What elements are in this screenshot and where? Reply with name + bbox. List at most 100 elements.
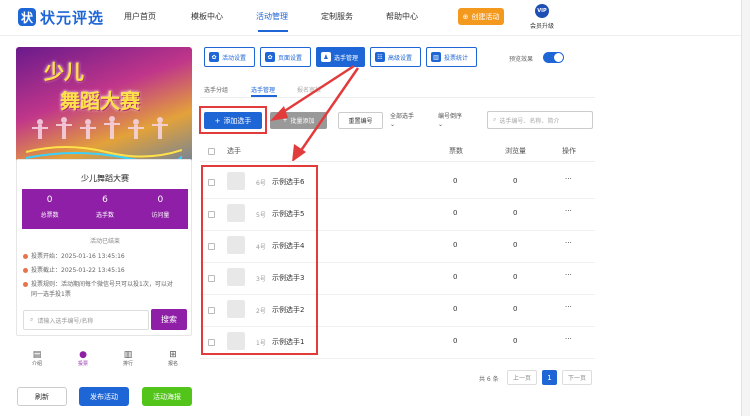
tool-label: 活动设置 — [222, 54, 247, 62]
tool-label: 高级设置 — [388, 54, 413, 62]
sort-order-select[interactable]: 编号倒序 ⌄ — [438, 113, 462, 129]
view-count: 0 — [513, 177, 518, 185]
chevron-down-icon: ⌄ — [390, 121, 396, 128]
vote-end-text: 投票截止：2025-01-22 13:45:16 — [31, 267, 125, 274]
preview-toggle-switch[interactable] — [543, 52, 564, 63]
vote-rule-line-2: 同一选手投1票 — [31, 291, 71, 298]
stats-panel: 0 总票数 6 选手数 0 访问量 — [22, 189, 188, 229]
preview-tab-intro[interactable]: ▤ 介绍 — [27, 350, 47, 367]
vote-rule-text: 投票规则：活动期间每个微信号只可以投1次，可以对 — [31, 281, 173, 288]
vote-start-text: 投票开始：2025-01-16 13:45:16 — [31, 253, 125, 260]
column-views: 浏览量 — [505, 147, 526, 155]
publish-activity-button[interactable]: 发布活动 — [79, 387, 129, 406]
vote-start-line: 投票开始：2025-01-16 13:45:16 — [23, 252, 125, 262]
sort-order-value: 编号倒序 — [438, 113, 463, 120]
stat-label: 访问量 — [151, 212, 170, 219]
vote-count: 0 — [453, 241, 458, 249]
nav-home[interactable]: 用户首页 — [124, 11, 156, 22]
brand-name: 状元评选 — [40, 8, 105, 27]
subtab-groups[interactable]: 选手分组 — [204, 85, 228, 94]
tab-label: 投票 — [77, 361, 88, 367]
activity-name: 少儿舞蹈大赛 — [81, 174, 129, 183]
bullet-dot-icon — [23, 254, 28, 259]
vip-upgrade-link[interactable]: 会员升级 — [530, 21, 554, 30]
activity-poster-button[interactable]: 活动海报 — [142, 387, 192, 406]
tab-label: 报名 — [167, 361, 178, 367]
signup-icon: ⊞ — [169, 350, 177, 360]
add-contestant-button[interactable]: + 添加选手 — [204, 112, 262, 129]
more-actions-icon[interactable]: ··· — [565, 271, 572, 279]
preview-search-input[interactable]: ⌕ 请输入选手编号/名称 — [23, 310, 149, 330]
column-votes: 票数 — [449, 147, 463, 155]
contestant-search-input[interactable]: ⌕ 选手编号、名称、简介 — [487, 111, 593, 129]
vote-count: 0 — [453, 337, 458, 345]
next-page-button[interactable]: 下一页 — [562, 370, 592, 385]
chevron-down-icon: ⌄ — [438, 121, 444, 128]
view-count: 0 — [513, 305, 518, 313]
group-filter-value: 全部选手 — [390, 113, 415, 120]
column-actions: 操作 — [562, 147, 576, 155]
pagination-total: 共 6 条 — [479, 376, 499, 383]
preview-tab-vote[interactable]: ● 投票 — [73, 350, 93, 367]
brand-logo[interactable]: 状 状元评选 — [18, 6, 104, 28]
bullet-dot-icon — [23, 268, 28, 273]
user-icon: ● — [79, 350, 87, 360]
group-filter-select[interactable]: 全部选手 ⌄ — [390, 113, 414, 129]
stat-value: 0 — [46, 195, 53, 205]
stat-value: 0 — [157, 195, 164, 205]
ranking-icon: ▥ — [123, 350, 133, 360]
prev-page-button[interactable]: 上一页 — [507, 370, 537, 385]
vote-count: 0 — [453, 273, 458, 281]
tool-vote-statistics[interactable]: ▥ 投票统计 — [426, 47, 477, 67]
more-actions-icon[interactable]: ··· — [565, 175, 572, 183]
more-actions-icon[interactable]: ··· — [565, 335, 572, 343]
vote-count: 0 — [453, 305, 458, 313]
nav-help-center[interactable]: 帮助中心 — [386, 11, 418, 22]
view-count: 0 — [513, 273, 518, 281]
tool-activity-settings[interactable]: ✿ 活动设置 — [204, 47, 255, 67]
vip-badge-icon[interactable]: VIP — [535, 4, 549, 18]
search-icon: ⌕ — [30, 316, 34, 323]
more-actions-icon[interactable]: ··· — [565, 239, 572, 247]
search-placeholder: 请输入选手编号/名称 — [37, 317, 94, 325]
stat-value: 6 — [102, 195, 108, 205]
preview-tab-ranking[interactable]: ▥ 排行 — [118, 350, 138, 367]
more-actions-icon[interactable]: ··· — [565, 303, 572, 311]
stat-label: 总票数 — [40, 212, 59, 219]
activity-info-card: 少儿舞蹈大赛 0 总票数 6 选手数 0 访问量 活动已结束 投票开始：2025… — [16, 159, 192, 336]
tab-label: 介绍 — [31, 361, 42, 367]
page-scrollbar[interactable] — [741, 0, 750, 416]
top-navigation-bar — [0, 0, 750, 36]
plus-icon: + — [214, 116, 221, 125]
create-activity-button[interactable]: ⊕ 创建活动 — [458, 8, 504, 25]
current-page-button[interactable]: 1 — [542, 370, 557, 385]
plus-circle-icon: ⊕ — [462, 12, 469, 21]
preview-toggle-label: 预览效果 — [509, 56, 534, 63]
nav-custom-service[interactable]: 定制服务 — [321, 11, 353, 22]
view-count: 0 — [513, 337, 518, 345]
nav-templates[interactable]: 模板中心 — [191, 11, 223, 22]
highlight-contestant-list-box — [201, 165, 318, 355]
create-activity-label: 创建活动 — [471, 12, 500, 21]
view-count: 0 — [513, 241, 518, 249]
refresh-button[interactable]: 刷新 — [17, 387, 67, 406]
stat-label: 选手数 — [95, 212, 114, 219]
banner-title-line1: 少儿 — [44, 60, 84, 84]
stat-contestants: 6 选手数 — [77, 189, 132, 229]
nav-activity-management[interactable]: 活动管理 — [256, 11, 288, 22]
dancers-illustration — [26, 116, 182, 162]
select-all-checkbox[interactable] — [208, 148, 215, 155]
nav-active-indicator — [258, 30, 288, 32]
document-icon: ▤ — [32, 350, 42, 360]
preview-tab-signup[interactable]: ⊞ 报名 — [163, 350, 183, 367]
sliders-icon: ☷ — [375, 52, 385, 62]
gear-icon: ✿ — [209, 52, 219, 62]
search-icon: ⌕ — [493, 116, 497, 123]
preview-search-button[interactable]: 搜索 — [151, 309, 187, 330]
more-actions-icon[interactable]: ··· — [565, 207, 572, 215]
tool-label: 投票统计 — [444, 54, 469, 62]
search-placeholder: 选手编号、名称、简介 — [499, 117, 560, 125]
stat-total-votes: 0 总票数 — [22, 189, 77, 229]
tab-label: 排行 — [122, 361, 133, 367]
tool-advanced-settings[interactable]: ☷ 高级设置 — [370, 47, 421, 67]
